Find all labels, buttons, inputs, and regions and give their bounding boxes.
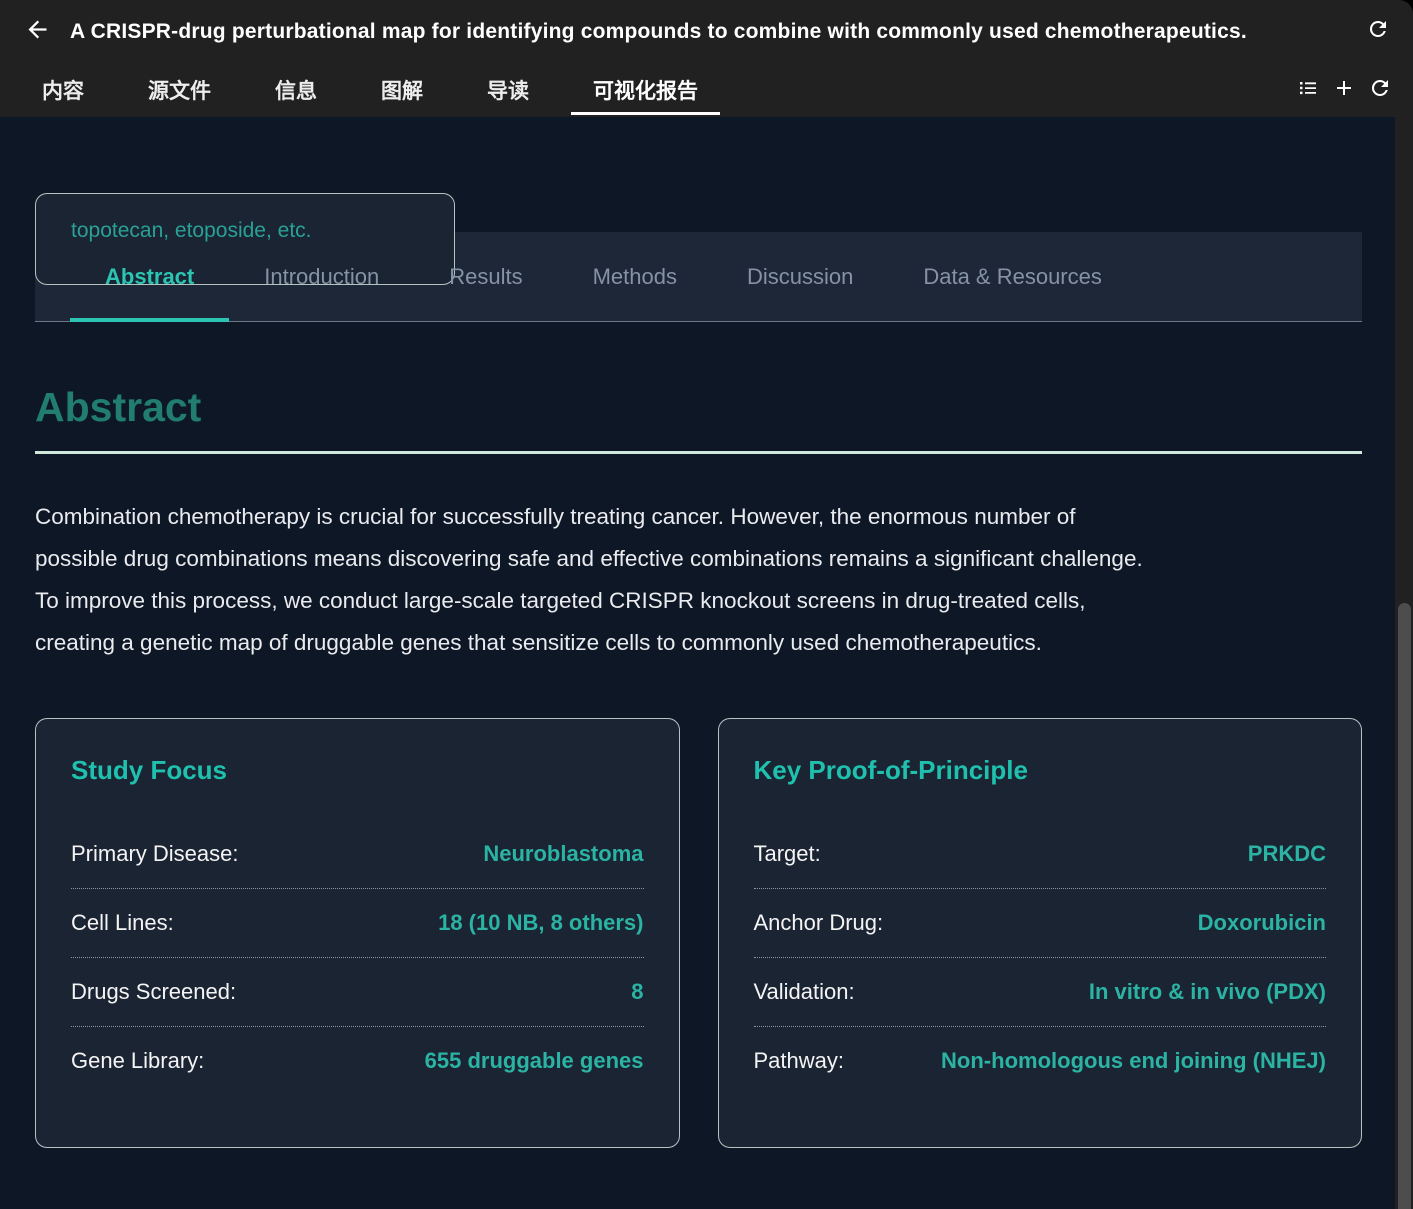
- tab-discussion[interactable]: Discussion: [712, 232, 888, 321]
- section-tab-bar: Abstract Introduction Results Methods Di…: [35, 232, 1362, 322]
- key-proof-card: Key Proof-of-Principle Target: PRKDC Anc…: [718, 718, 1363, 1148]
- add-button[interactable]: [1329, 75, 1359, 105]
- nav-tab-label: 内容: [42, 75, 84, 105]
- kv-row: Cell Lines: 18 (10 NB, 8 others): [71, 889, 644, 958]
- nav-tab-label: 信息: [275, 75, 317, 105]
- kv-row: Target: PRKDC: [754, 820, 1327, 889]
- kv-row: Anchor Drug: Doxorubicin: [754, 889, 1327, 958]
- app-window: A CRISPR-drug perturbational map for ide…: [0, 0, 1413, 1209]
- active-tab-underline: [571, 112, 720, 115]
- scrollbar-track[interactable]: [1395, 117, 1413, 1209]
- list-view-button[interactable]: [1293, 75, 1323, 105]
- kv-label: Validation:: [754, 979, 855, 1005]
- kv-value: 8: [631, 979, 643, 1005]
- report-viewport: topotecan, etoposide, etc. Abstract Intr…: [0, 232, 1395, 1209]
- nav-tab-label: 图解: [381, 75, 423, 105]
- tab-introduction[interactable]: Introduction: [229, 232, 414, 321]
- reload-button[interactable]: [1363, 17, 1393, 47]
- section-tab-label: Introduction: [264, 264, 379, 290]
- kv-value: In vitro & in vivo (PDX): [1089, 979, 1326, 1005]
- section-tab-label: Data & Resources: [923, 264, 1102, 290]
- kv-value: PRKDC: [1248, 841, 1326, 867]
- kv-label: Primary Disease:: [71, 841, 238, 867]
- active-section-underline: [70, 318, 229, 322]
- section-tab-label: Results: [449, 264, 522, 290]
- card-title: Study Focus: [71, 755, 644, 786]
- kv-label: Target:: [754, 841, 821, 867]
- title-divider: [35, 451, 1362, 454]
- nav-actions: [1293, 63, 1403, 117]
- kv-value: Neuroblastoma: [483, 841, 643, 867]
- summary-cards: Study Focus Primary Disease: Neuroblasto…: [35, 718, 1362, 1148]
- list-icon: [1296, 76, 1320, 105]
- tab-results[interactable]: Results: [414, 232, 557, 321]
- nav-tab-visual-report[interactable]: 可视化报告: [571, 63, 720, 117]
- nav-tab-content[interactable]: 内容: [20, 63, 106, 117]
- window-titlebar: A CRISPR-drug perturbational map for ide…: [0, 0, 1413, 63]
- kv-label: Cell Lines:: [71, 910, 174, 936]
- kv-label: Anchor Drug:: [754, 910, 884, 936]
- study-focus-card: Study Focus Primary Disease: Neuroblasto…: [35, 718, 680, 1148]
- tab-data-resources[interactable]: Data & Resources: [888, 232, 1137, 321]
- section-tab-label: Methods: [593, 264, 677, 290]
- app-nav: 内容 源文件 信息 图解 导读 可视化报告: [0, 63, 1413, 117]
- kv-value: 18 (10 NB, 8 others): [438, 910, 643, 936]
- kv-row: Drugs Screened: 8: [71, 958, 644, 1027]
- section-tab-label: Abstract: [105, 264, 194, 290]
- kv-row: Validation: In vitro & in vivo (PDX): [754, 958, 1327, 1027]
- kv-value: 655 druggable genes: [425, 1048, 644, 1074]
- kv-row: Pathway: Non-homologous end joining (NHE…: [754, 1027, 1327, 1095]
- section-tab-label: Discussion: [747, 264, 853, 290]
- kv-row: Gene Library: 655 druggable genes: [71, 1027, 644, 1095]
- back-button[interactable]: [20, 15, 54, 49]
- nav-tab-label: 可视化报告: [593, 75, 698, 105]
- tab-methods[interactable]: Methods: [558, 232, 712, 321]
- plus-icon: [1332, 76, 1356, 105]
- kv-label: Pathway:: [754, 1048, 845, 1074]
- nav-tab-label: 导读: [487, 75, 529, 105]
- scrollbar-thumb[interactable]: [1398, 603, 1411, 1209]
- reload-icon: [1366, 17, 1390, 46]
- nav-tab-label: 源文件: [148, 75, 211, 105]
- kv-value: Non-homologous end joining (NHEJ): [941, 1048, 1326, 1074]
- kv-value: Doxorubicin: [1198, 910, 1326, 936]
- abstract-paragraph: Combination chemotherapy is crucial for …: [35, 496, 1155, 664]
- kv-row: Primary Disease: Neuroblastoma: [71, 820, 644, 889]
- nav-tab-diagram[interactable]: 图解: [359, 63, 445, 117]
- page-title: Abstract: [35, 382, 1362, 433]
- nav-reload-button[interactable]: [1365, 75, 1395, 105]
- kv-label: Drugs Screened:: [71, 979, 236, 1005]
- nav-tab-info[interactable]: 信息: [253, 63, 339, 117]
- window-title: A CRISPR-drug perturbational map for ide…: [70, 20, 1347, 44]
- kv-label: Gene Library:: [71, 1048, 204, 1074]
- tab-abstract[interactable]: Abstract: [70, 232, 229, 321]
- card-title: Key Proof-of-Principle: [754, 755, 1327, 786]
- nav-tab-guide[interactable]: 导读: [465, 63, 551, 117]
- back-arrow-icon: [24, 16, 51, 48]
- nav-tab-source-files[interactable]: 源文件: [126, 63, 233, 117]
- reload-icon: [1368, 76, 1392, 105]
